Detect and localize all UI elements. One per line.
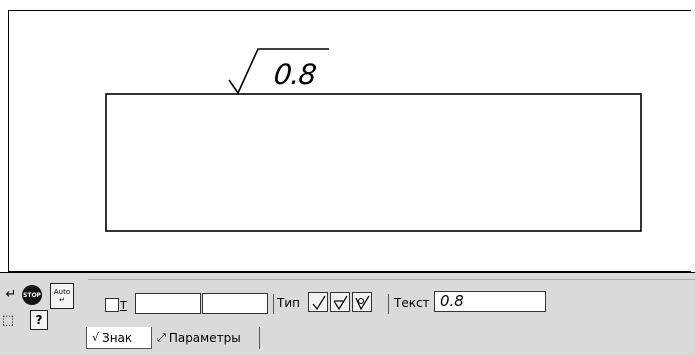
separator <box>273 294 274 314</box>
frame-icon[interactable]: ⬚ <box>1 312 15 328</box>
text-input[interactable]: 0.8 <box>434 291 546 312</box>
input-field-2[interactable] <box>202 293 268 314</box>
drawing-svg <box>105 48 642 232</box>
tab-parametry-label: Параметры <box>168 331 241 345</box>
text-label: Текст <box>394 296 430 310</box>
tab-znak[interactable]: √ Знак <box>86 327 152 349</box>
tab-znak-label: Знак <box>102 330 133 345</box>
parameters-strip: T Тип Текст 0.8 <box>88 279 695 322</box>
auto-arrow: ↵ <box>59 296 65 304</box>
stop-icon[interactable]: STOP <box>22 285 42 305</box>
checkbox-label: T <box>120 299 127 312</box>
roughness-removal-icon[interactable] <box>330 292 350 312</box>
checkbox[interactable] <box>105 298 119 312</box>
tab-parametry[interactable]: ⤢ Параметры <box>152 327 260 349</box>
parameters-icon: ⤢ <box>157 331 166 344</box>
panel-controls: ↵ STOP Auto ↵ ⬚ ? <box>0 282 82 354</box>
auto-label: Auto <box>53 288 71 296</box>
separator <box>388 294 389 314</box>
roughness-no-removal-icon[interactable] <box>352 292 372 312</box>
enter-icon[interactable]: ↵ <box>4 286 18 302</box>
auto-create-icon[interactable]: Auto ↵ <box>50 283 74 309</box>
sign-icon: √ <box>92 331 100 344</box>
roughness-value-text: 0.8 <box>272 58 318 91</box>
help-icon[interactable]: ? <box>30 310 48 330</box>
roughness-basic-icon[interactable] <box>308 292 328 312</box>
drawing-canvas[interactable]: 0.8 <box>8 10 691 272</box>
type-label: Тип <box>277 296 300 310</box>
part-rectangle <box>105 93 642 232</box>
input-field-1[interactable] <box>135 293 201 314</box>
